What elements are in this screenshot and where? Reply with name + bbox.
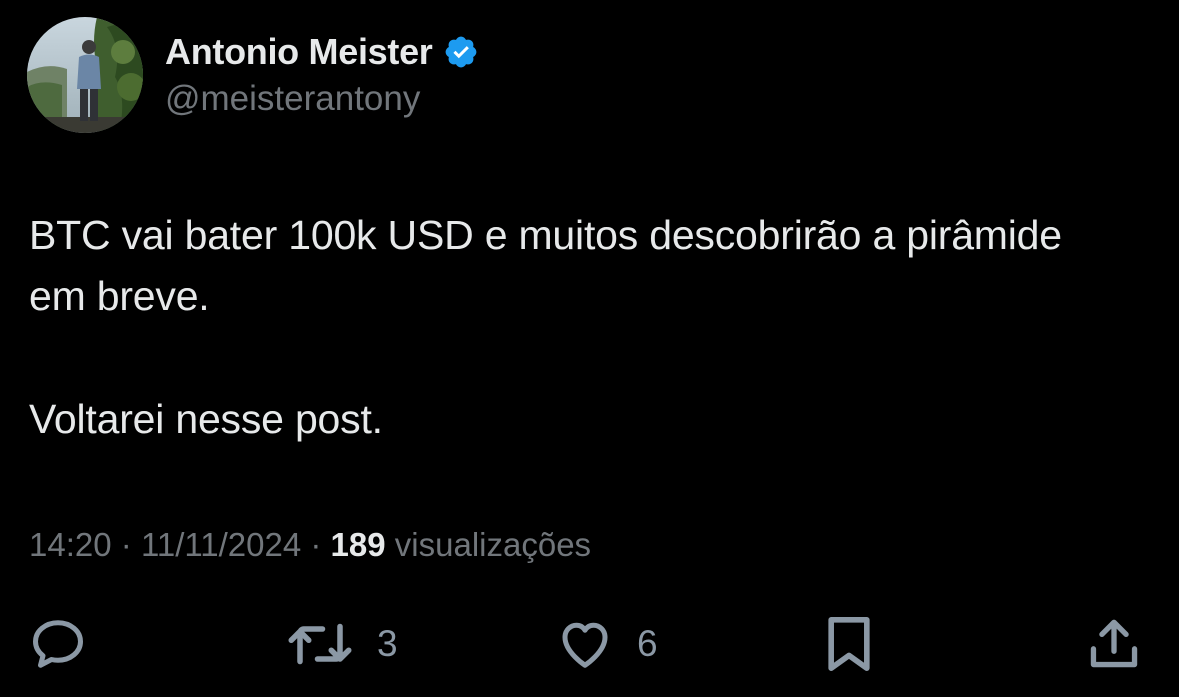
post-time[interactable]: 14:20 [29,526,112,563]
bookmark-icon [828,617,870,671]
share-icon [1090,619,1138,668]
post-date[interactable]: 11/11/2024 [141,526,301,563]
retweet-icon [288,623,352,665]
bookmark-button[interactable] [821,610,877,678]
retweet-button[interactable]: 3 [285,610,398,678]
verified-badge-icon [443,34,479,70]
like-count: 6 [637,623,658,664]
avatar-photo [27,17,143,133]
author-name-row[interactable]: Antonio Meister [165,30,479,74]
like-button[interactable]: 6 [555,610,658,678]
avatar[interactable] [27,17,143,133]
views-count: 189 [330,526,386,563]
retweet-count: 3 [377,623,398,664]
post-card: Antonio Meister @meisterantony BTC vai b… [0,0,1179,697]
meta-separator: · [310,526,322,563]
post-paragraph: Voltarei nesse post. [29,396,383,442]
views-label: visualizações [394,526,592,563]
post-text: BTC vai bater 100k USD e muitos descobri… [29,205,1129,450]
reply-icon [33,620,83,668]
author-handle[interactable]: @meisterantony [165,79,420,119]
meta-separator: · [120,526,132,563]
action-bar: 3 6 [0,610,1179,680]
reply-button[interactable] [28,610,88,678]
post-meta: 14:20 · 11/11/2024 · 189 visualizações [29,526,591,564]
share-button[interactable] [1085,610,1143,678]
author-display-name[interactable]: Antonio Meister [165,31,433,73]
post-paragraph: BTC vai bater 100k USD e muitos descobri… [29,212,1062,319]
heart-icon [562,622,608,668]
